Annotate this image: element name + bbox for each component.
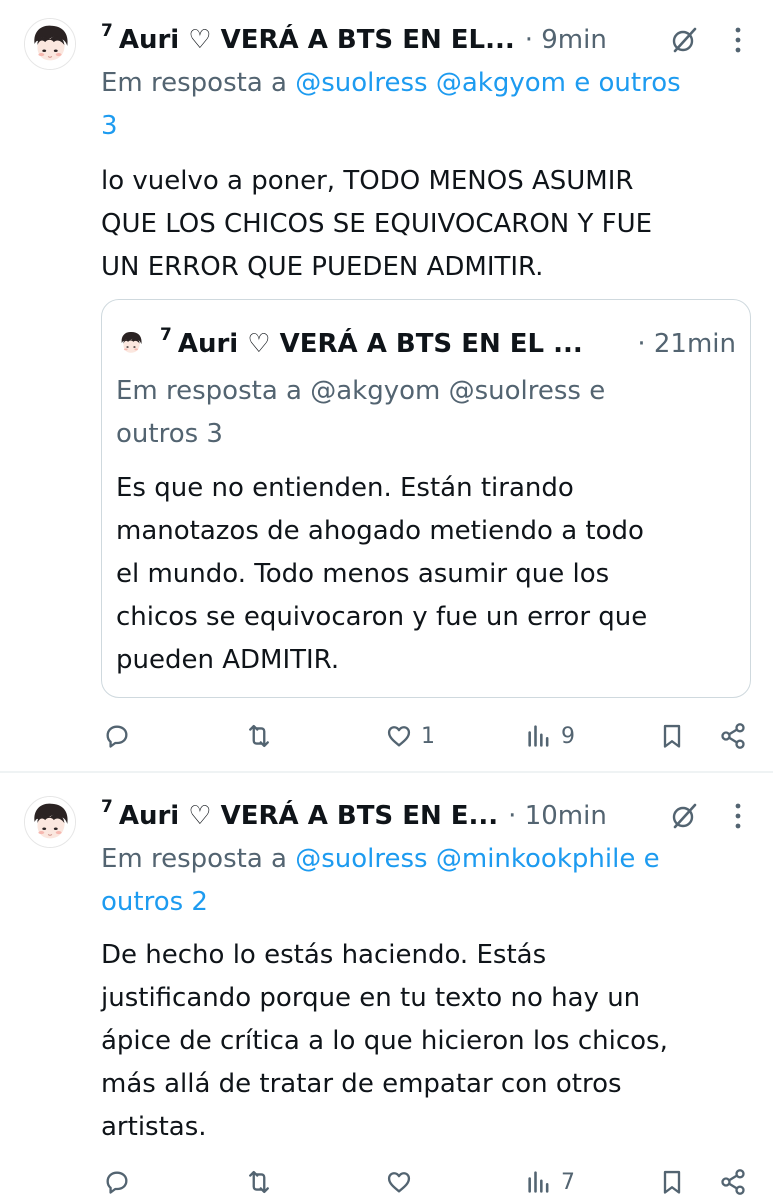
bookmark-icon [663, 724, 681, 748]
text-line: manotazos de ahogado metiendo a todo [116, 516, 644, 546]
share-button[interactable] [719, 1162, 747, 1200]
text-line: chicos se equivocaron y fue un error que [116, 602, 648, 632]
quote-avatar [116, 328, 146, 358]
reply-button[interactable] [103, 1162, 139, 1200]
retweet-icon [249, 1170, 269, 1194]
quoted-tweet[interactable]: 7 Auri ♡ VERÁ A BTS EN EL ... · 21min Em… [101, 299, 751, 698]
reply-context: Em resposta a @suolress @minkookphile e … [101, 838, 751, 924]
like-button[interactable]: 1 [385, 716, 435, 756]
text-line: ápice de crítica a lo que hicieron los c… [101, 1026, 668, 1056]
bookmark-icon [663, 1170, 681, 1194]
quote-display-name: Auri ♡ VERÁ A BTS EN EL ... [177, 329, 583, 359]
grok-icon[interactable] [670, 26, 698, 54]
mention-link[interactable]: @suolress @minkookphile [295, 844, 635, 874]
reply-prefix: Em resposta a [101, 68, 296, 98]
quote-reply-line: Em resposta a @akgyom @suolress e [116, 376, 606, 406]
retweet-icon [249, 724, 269, 748]
like-button[interactable] [385, 1162, 421, 1200]
views-icon [528, 1171, 549, 1193]
others-count[interactable]: outros 2 [101, 887, 208, 917]
views-button[interactable]: 7 [525, 1162, 575, 1200]
grok-icon[interactable] [670, 802, 698, 830]
view-count: 7 [561, 1169, 575, 1195]
others-link[interactable]: e outros [566, 68, 680, 98]
others-link[interactable]: e [635, 844, 660, 874]
view-count: 9 [561, 723, 575, 749]
share-button[interactable] [719, 716, 747, 756]
more-icon[interactable] [731, 800, 745, 832]
avatar[interactable] [24, 18, 76, 70]
quote-text: Es que no entienden. Están tirando manot… [116, 467, 736, 682]
text-line: el mundo. Todo menos asumir que los [116, 559, 610, 589]
quote-reply-line: outros 3 [116, 419, 223, 449]
action-bar: 1 9 [101, 716, 761, 756]
tweet-header: 7 Auri ♡ VERÁ A BTS EN E... · 10min [101, 796, 607, 836]
timestamp[interactable]: · 10min [508, 801, 607, 831]
retweet-button[interactable] [245, 1162, 281, 1200]
tweet[interactable]: 7 Auri ♡ VERÁ A BTS EN E... · 10min Em r… [0, 772, 773, 1200]
quote-reply-context: Em resposta a @akgyom @suolress e outros… [116, 370, 716, 456]
badge: 7 [160, 325, 172, 345]
timestamp[interactable]: · 9min [525, 25, 607, 55]
reply-icon [106, 725, 128, 748]
mention-link[interactable]: @suolress @akgyom [295, 68, 566, 98]
reply-icon [106, 1171, 128, 1194]
display-name[interactable]: Auri ♡ VERÁ A BTS EN EL... [119, 25, 515, 55]
heart-icon [387, 726, 411, 747]
views-icon [528, 725, 549, 747]
reply-prefix: Em resposta a [101, 844, 296, 874]
reply-button[interactable] [103, 716, 139, 756]
text-line: artistas. [101, 1112, 207, 1142]
text-line: De hecho lo estás haciendo. Estás [101, 940, 547, 970]
action-bar: 7 [101, 1162, 761, 1200]
text-line: Es que no entienden. Están tirando [116, 473, 574, 503]
tweet-header: 7 Auri ♡ VERÁ A BTS EN EL... · 9min [101, 20, 607, 60]
like-count: 1 [421, 723, 435, 749]
share-icon [721, 723, 745, 749]
bookmark-button[interactable] [658, 1162, 686, 1200]
badge: 7 [101, 797, 113, 817]
retweet-button[interactable] [245, 716, 281, 756]
badge: 7 [101, 21, 113, 41]
text-line: lo vuelvo a poner, TODO MENOS ASUMIR [101, 166, 634, 196]
avatar[interactable] [24, 796, 76, 848]
share-icon [721, 1169, 745, 1195]
more-icon[interactable] [731, 24, 745, 56]
text-line: QUE LOS CHICOS SE EQUIVOCARON Y FUE [101, 209, 653, 239]
tweet[interactable]: 7 Auri ♡ VERÁ A BTS EN EL... · 9min Em r… [0, 0, 773, 772]
text-line: UN ERROR QUE PUEDEN ADMITIR. [101, 252, 544, 282]
views-button[interactable]: 9 [525, 716, 575, 756]
heart-icon [387, 1172, 411, 1193]
tweet-text: lo vuelvo a poner, TODO MENOS ASUMIR QUE… [101, 160, 761, 289]
text-line: más allá de tratar de empatar con otros [101, 1069, 622, 1099]
text-line: justificando porque en tu texto no hay u… [101, 983, 641, 1013]
text-line: pueden ADMITIR. [116, 645, 340, 675]
quote-timestamp: · 21min [637, 329, 736, 359]
tweet-text: De hecho lo estás haciendo. Estás justif… [101, 934, 761, 1149]
reply-context: Em resposta a @suolress @akgyom e outros… [101, 62, 751, 148]
bookmark-button[interactable] [658, 716, 686, 756]
display-name[interactable]: Auri ♡ VERÁ A BTS EN E... [119, 801, 498, 831]
others-count[interactable]: 3 [101, 111, 118, 141]
quote-header: 7 Auri ♡ VERÁ A BTS EN EL ... [160, 324, 583, 364]
